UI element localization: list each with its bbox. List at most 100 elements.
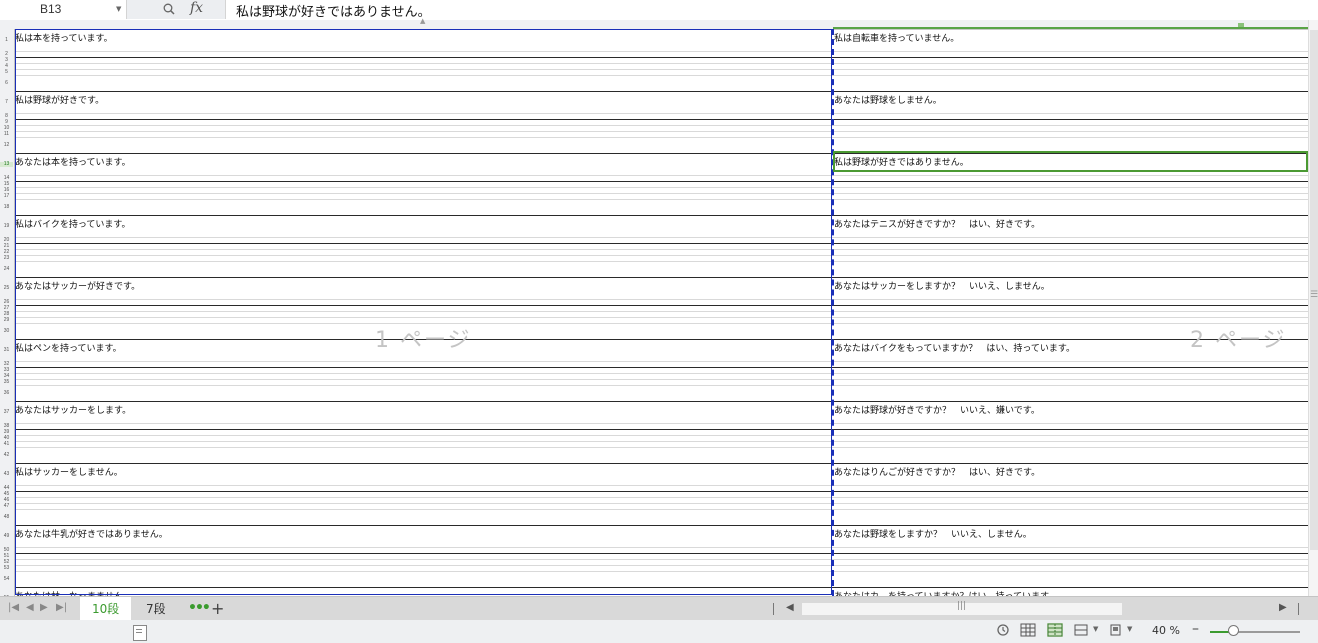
zoom-slider-knob[interactable]	[1228, 625, 1239, 636]
row-number[interactable]: 3	[0, 57, 13, 63]
row-number[interactable]: 8	[0, 113, 13, 119]
cell-a[interactable]: あなたはサッカーをします。	[15, 406, 131, 417]
row-number[interactable]: 36	[0, 390, 13, 396]
row-number[interactable]: 51	[0, 553, 13, 559]
cell-b[interactable]: あなたは野球が好きですか？ いいえ、嫌いです。	[834, 406, 1040, 417]
row-number[interactable]: 31	[0, 347, 13, 353]
row-number[interactable]: 9	[0, 119, 13, 125]
row-number[interactable]: 21	[0, 243, 13, 249]
vertical-scrollbar[interactable]: ☰	[1308, 20, 1318, 596]
row-number[interactable]: 53	[0, 565, 13, 571]
row-number[interactable]: 13	[0, 161, 13, 167]
add-sheet-button[interactable]: +	[211, 599, 224, 618]
cell-b[interactable]: あなたはサッカーをしますか？ いいえ、しません。	[834, 282, 1050, 293]
row-number[interactable]: 44	[0, 485, 13, 491]
page-layout-icon[interactable]	[1074, 623, 1090, 637]
row-number[interactable]: 30	[0, 328, 13, 334]
cell-a[interactable]: 私は本を持っています。	[15, 34, 113, 45]
cell-a[interactable]: 私は野球が好きです。	[15, 96, 104, 107]
page-break-view-icon[interactable]	[1047, 623, 1063, 637]
row-number[interactable]: 23	[0, 255, 13, 261]
row-number[interactable]: 18	[0, 204, 13, 210]
row-number[interactable]: 20	[0, 237, 13, 243]
sheet-tab-7dan[interactable]: 7段	[134, 597, 178, 621]
row-number[interactable]: 28	[0, 311, 13, 317]
zoom-level[interactable]: 40 %	[1152, 624, 1180, 637]
row-number[interactable]: 1	[0, 37, 13, 43]
row-number[interactable]: 54	[0, 576, 13, 582]
row-number[interactable]: 50	[0, 547, 13, 553]
row-number[interactable]: 16	[0, 187, 13, 193]
cell-a[interactable]: あなたは本を持っています。	[15, 158, 131, 169]
row-number[interactable]: 32	[0, 361, 13, 367]
reading-mode-dropdown-icon[interactable]: ▼	[1127, 625, 1132, 633]
row-number[interactable]: 7	[0, 99, 13, 105]
row-number[interactable]: 39	[0, 429, 13, 435]
horizontal-scrollbar[interactable]: |||	[802, 601, 1122, 615]
row-number[interactable]: 12	[0, 142, 13, 148]
formula-input[interactable]: 私は野球が好きではありません。	[236, 1, 431, 20]
cell-b[interactable]: 私は自転車を持っていません。	[834, 34, 959, 45]
page-layout-dropdown-icon[interactable]: ▼	[1093, 625, 1098, 633]
spreadsheet-grid[interactable]: 1 2 3 4 5 6 7 8 9 10 11 12 13 14 15 16 17 18 19 20 21 22 23 24 2…	[0, 29, 1308, 596]
row-number[interactable]: 15	[0, 181, 13, 187]
page-break-line[interactable]	[832, 29, 834, 596]
scroll-left-icon[interactable]: ◀	[786, 602, 794, 613]
row-number[interactable]: 29	[0, 317, 13, 323]
row-number[interactable]: 27	[0, 305, 13, 311]
row-number[interactable]: 26	[0, 299, 13, 305]
row-number[interactable]: 45	[0, 491, 13, 497]
cell-b[interactable]: あなたは野球をしません。	[834, 96, 942, 107]
row-number[interactable]: 10	[0, 125, 13, 131]
row-number[interactable]: 52	[0, 559, 13, 565]
normal-view-icon[interactable]	[1020, 623, 1036, 637]
row-number[interactable]: 4	[0, 63, 13, 69]
cell-a[interactable]: あなたは牛乳が好きではありません。	[15, 530, 168, 541]
cell-a[interactable]: 私はペンを持っています。	[15, 344, 122, 355]
row-number[interactable]: 33	[0, 367, 13, 373]
horizontal-scroll-grip[interactable]: |||	[957, 601, 966, 611]
fx-icon[interactable]: fx	[190, 0, 203, 16]
row-number[interactable]: 48	[0, 514, 13, 520]
nav-last-icon[interactable]: ▶|	[56, 602, 67, 613]
row-number[interactable]: 19	[0, 223, 13, 229]
vertical-scroll-grip[interactable]: ☰	[1310, 290, 1318, 300]
cell-a[interactable]: 私はバイクを持っています。	[15, 220, 130, 231]
cell-b[interactable]: あなたは野球をしますか？ いいえ、しません。	[834, 530, 1032, 541]
name-box-dropdown-icon[interactable]: ▼	[116, 5, 121, 13]
cell-b[interactable]: あなたはバイクをもっていますか？ はい、持っています。	[834, 344, 1075, 355]
collapse-caret-icon[interactable]: ▲	[420, 17, 425, 25]
row-number[interactable]: 37	[0, 409, 13, 415]
cell-b[interactable]: あなたはテニスが好きですか？ はい、好きです。	[834, 220, 1040, 231]
row-number[interactable]: 42	[0, 452, 13, 458]
tab-splitter[interactable]	[773, 603, 774, 615]
row-number[interactable]: 2	[0, 51, 13, 57]
row-number[interactable]: 35	[0, 379, 13, 385]
row-number[interactable]: 43	[0, 471, 13, 477]
record-macro-icon[interactable]	[133, 625, 147, 641]
row-number[interactable]: 14	[0, 175, 13, 181]
selected-cell[interactable]	[833, 151, 1308, 172]
row-number[interactable]: 25	[0, 285, 13, 291]
row-number[interactable]: 47	[0, 503, 13, 509]
cell-b[interactable]: あなたはりんごが好きですか？ はい、好きです。	[834, 468, 1040, 479]
row-number[interactable]: 49	[0, 533, 13, 539]
row-number[interactable]: 41	[0, 441, 13, 447]
reading-mode-icon[interactable]	[1108, 623, 1124, 637]
nav-prev-icon[interactable]: ◀	[26, 602, 34, 613]
row-number[interactable]: 5	[0, 69, 13, 75]
zoom-out-button[interactable]: –	[1192, 621, 1199, 637]
row-number[interactable]: 11	[0, 131, 13, 137]
row-number[interactable]: 38	[0, 423, 13, 429]
nav-next-icon[interactable]: ▶	[40, 602, 48, 613]
row-number[interactable]: 22	[0, 249, 13, 255]
more-sheets-icon[interactable]: •••	[188, 600, 211, 616]
cell-a[interactable]: 私はサッカーをしません。	[15, 468, 123, 479]
split-handle[interactable]	[1298, 603, 1299, 615]
row-number[interactable]: 40	[0, 435, 13, 441]
row-number[interactable]: 24	[0, 266, 13, 272]
sheet-tab-10dan[interactable]: 10段	[80, 597, 132, 621]
scroll-right-icon[interactable]: ▶	[1279, 602, 1287, 613]
row-number[interactable]: 6	[0, 80, 13, 86]
row-number[interactable]: 34	[0, 373, 13, 379]
